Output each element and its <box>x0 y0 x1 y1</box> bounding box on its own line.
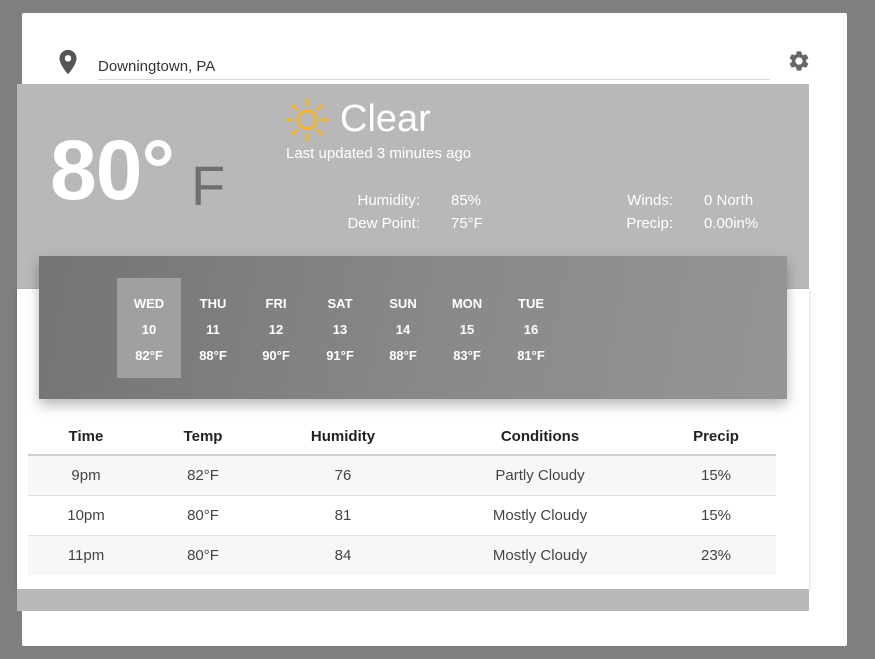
winds-value: 0 North <box>704 192 754 209</box>
cell-conditions: Mostly Cloudy <box>424 495 656 536</box>
table-row: 11pm 80°F 84 Mostly Cloudy 23% <box>28 535 776 575</box>
cell-humidity: 81 <box>262 495 424 536</box>
condition-text: Clear <box>340 98 431 140</box>
column-header-time: Time <box>28 418 144 456</box>
table-row: 10pm 80°F 81 Mostly Cloudy 15% <box>28 495 776 536</box>
column-header-conditions: Conditions <box>424 418 656 456</box>
hourly-table: Time Temp Humidity Conditions Precip 9pm… <box>28 418 776 575</box>
cell-humidity: 76 <box>262 455 424 496</box>
temperature-unit: F <box>191 154 226 217</box>
cell-time: 10pm <box>28 495 144 536</box>
cell-humidity: 84 <box>262 535 424 575</box>
column-header-humidity: Humidity <box>262 418 424 456</box>
forecast-day-name: WED <box>133 296 165 311</box>
forecast-day-date: 10 <box>141 322 157 337</box>
forecast-day-temp: 83°F <box>453 348 481 363</box>
forecast-day-temp: 82°F <box>135 348 163 363</box>
forecast-day[interactable]: MON 15 83°F <box>435 278 499 378</box>
map-pin-icon <box>59 49 77 75</box>
column-header-precip: Precip <box>656 418 776 456</box>
dew-point-label: Dew Point: <box>347 215 420 232</box>
humidity-label: Humidity: <box>357 192 420 209</box>
cell-precip: 15% <box>656 495 776 536</box>
forecast-day[interactable]: WED 10 82°F <box>117 278 181 378</box>
forecast-day-temp: 91°F <box>326 348 354 363</box>
forecast-day[interactable]: SAT 13 91°F <box>308 278 372 378</box>
cell-temp: 80°F <box>144 495 262 536</box>
daily-forecast: WED 10 82°F THU 11 88°F FRI 12 90°F SAT … <box>39 256 787 399</box>
table-row: 9pm 82°F 76 Partly Cloudy 15% <box>28 455 776 496</box>
forecast-day-temp: 88°F <box>389 348 417 363</box>
column-header-temp: Temp <box>144 418 262 456</box>
forecast-day-name: TUE <box>518 296 544 311</box>
forecast-day-temp: 88°F <box>199 348 227 363</box>
current-temperature: 80° <box>50 123 175 217</box>
bottom-strip <box>17 589 809 611</box>
cell-conditions: Mostly Cloudy <box>424 535 656 575</box>
forecast-day-date: 11 <box>206 322 220 337</box>
forecast-day-date: 15 <box>459 322 475 337</box>
forecast-day-date: 12 <box>268 322 284 337</box>
cell-temp: 82°F <box>144 455 262 496</box>
gear-icon[interactable] <box>787 49 811 73</box>
cell-precip: 23% <box>656 535 776 575</box>
forecast-day-date: 16 <box>523 322 539 337</box>
forecast-day-temp: 90°F <box>262 348 290 363</box>
forecast-day-name: SUN <box>389 296 417 311</box>
table-header-row: Time Temp Humidity Conditions Precip <box>28 418 776 456</box>
cell-conditions: Partly Cloudy <box>424 455 656 496</box>
forecast-day-temp: 81°F <box>517 348 545 363</box>
humidity-value: 85% <box>451 192 482 209</box>
forecast-day-name: THU <box>199 296 227 311</box>
forecast-day[interactable]: FRI 12 90°F <box>244 278 308 378</box>
sun-icon <box>286 98 330 142</box>
last-updated: Last updated 3 minutes ago <box>286 145 472 162</box>
location-input[interactable] <box>98 53 770 80</box>
forecast-day[interactable]: THU 11 88°F <box>181 278 245 378</box>
winds-label: Winds: <box>627 192 673 209</box>
forecast-day[interactable]: SUN 14 88°F <box>371 278 435 378</box>
precip-label: Precip: <box>626 215 673 232</box>
forecast-day-name: FRI <box>265 296 287 311</box>
forecast-day-name: MON <box>451 296 483 311</box>
cell-precip: 15% <box>656 455 776 496</box>
precip-value: 0.00in% <box>704 215 759 232</box>
cell-temp: 80°F <box>144 535 262 575</box>
forecast-day-date: 14 <box>395 322 411 337</box>
forecast-day-date: 13 <box>332 322 348 337</box>
forecast-day[interactable]: TUE 16 81°F <box>499 278 563 378</box>
cell-time: 11pm <box>28 535 144 575</box>
cell-time: 9pm <box>28 455 144 496</box>
dew-point-value: 75°F <box>451 215 483 232</box>
forecast-day-name: SAT <box>327 296 353 311</box>
